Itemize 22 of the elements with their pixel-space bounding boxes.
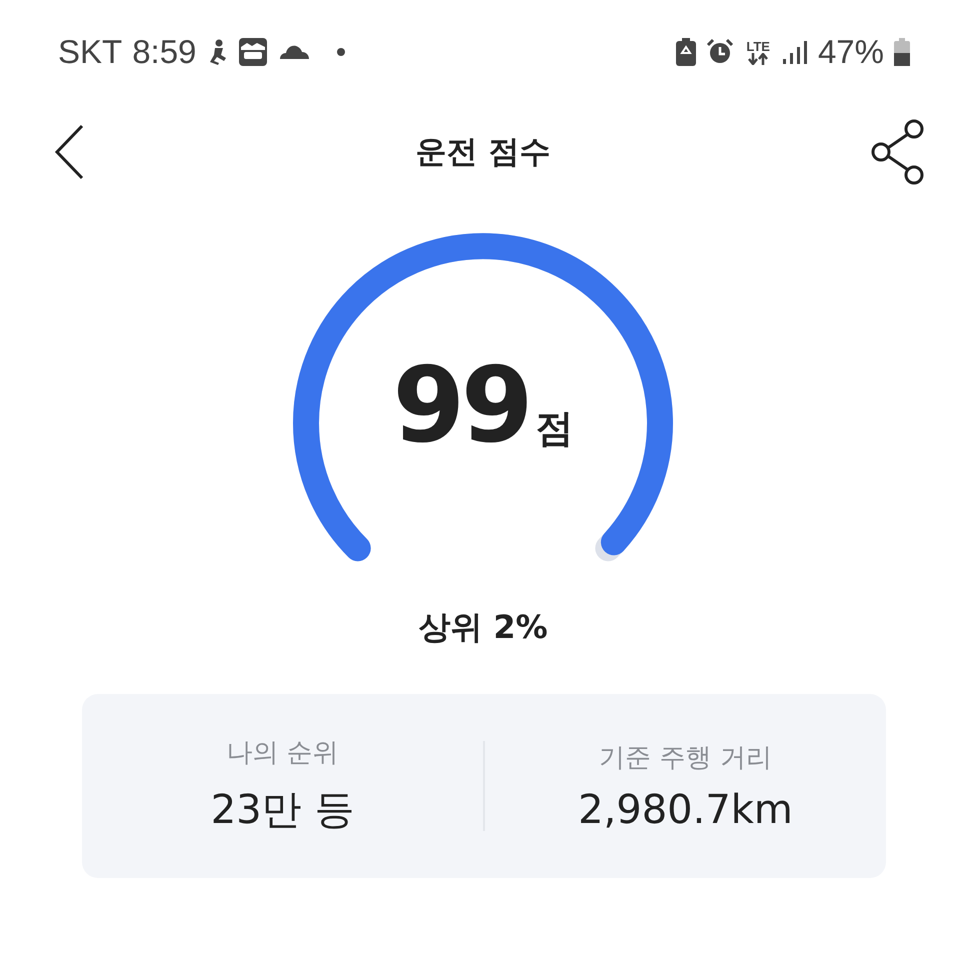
share-icon[interactable] <box>870 119 926 185</box>
cloud-icon <box>278 43 310 61</box>
alarm-icon <box>706 38 734 66</box>
signal-icon <box>782 39 808 65</box>
score-unit: 점 <box>535 405 574 452</box>
battery-saver-icon <box>676 38 696 66</box>
network-type-text: LTE <box>746 40 770 52</box>
battery-percent: 47% <box>818 33 884 71</box>
clock-time: 8:59 <box>132 33 196 71</box>
stat-value: 2,980.7km <box>578 786 793 832</box>
page-title: 운전 점수 <box>416 133 550 172</box>
stat-label: 나의 순위 <box>226 737 339 770</box>
score-value: 99 <box>392 353 530 457</box>
rank-text: 상위 2% <box>418 607 548 648</box>
back-icon[interactable] <box>54 124 84 180</box>
notification-dot-icon <box>336 47 346 57</box>
stat-label: 기준 주행 거리 <box>599 742 772 774</box>
carrier-text: SKT <box>58 33 122 71</box>
app-icon <box>238 37 268 67</box>
stat-value: 23만 등 <box>210 786 354 835</box>
data-arrows-icon <box>747 52 770 64</box>
battery-icon <box>894 38 910 66</box>
